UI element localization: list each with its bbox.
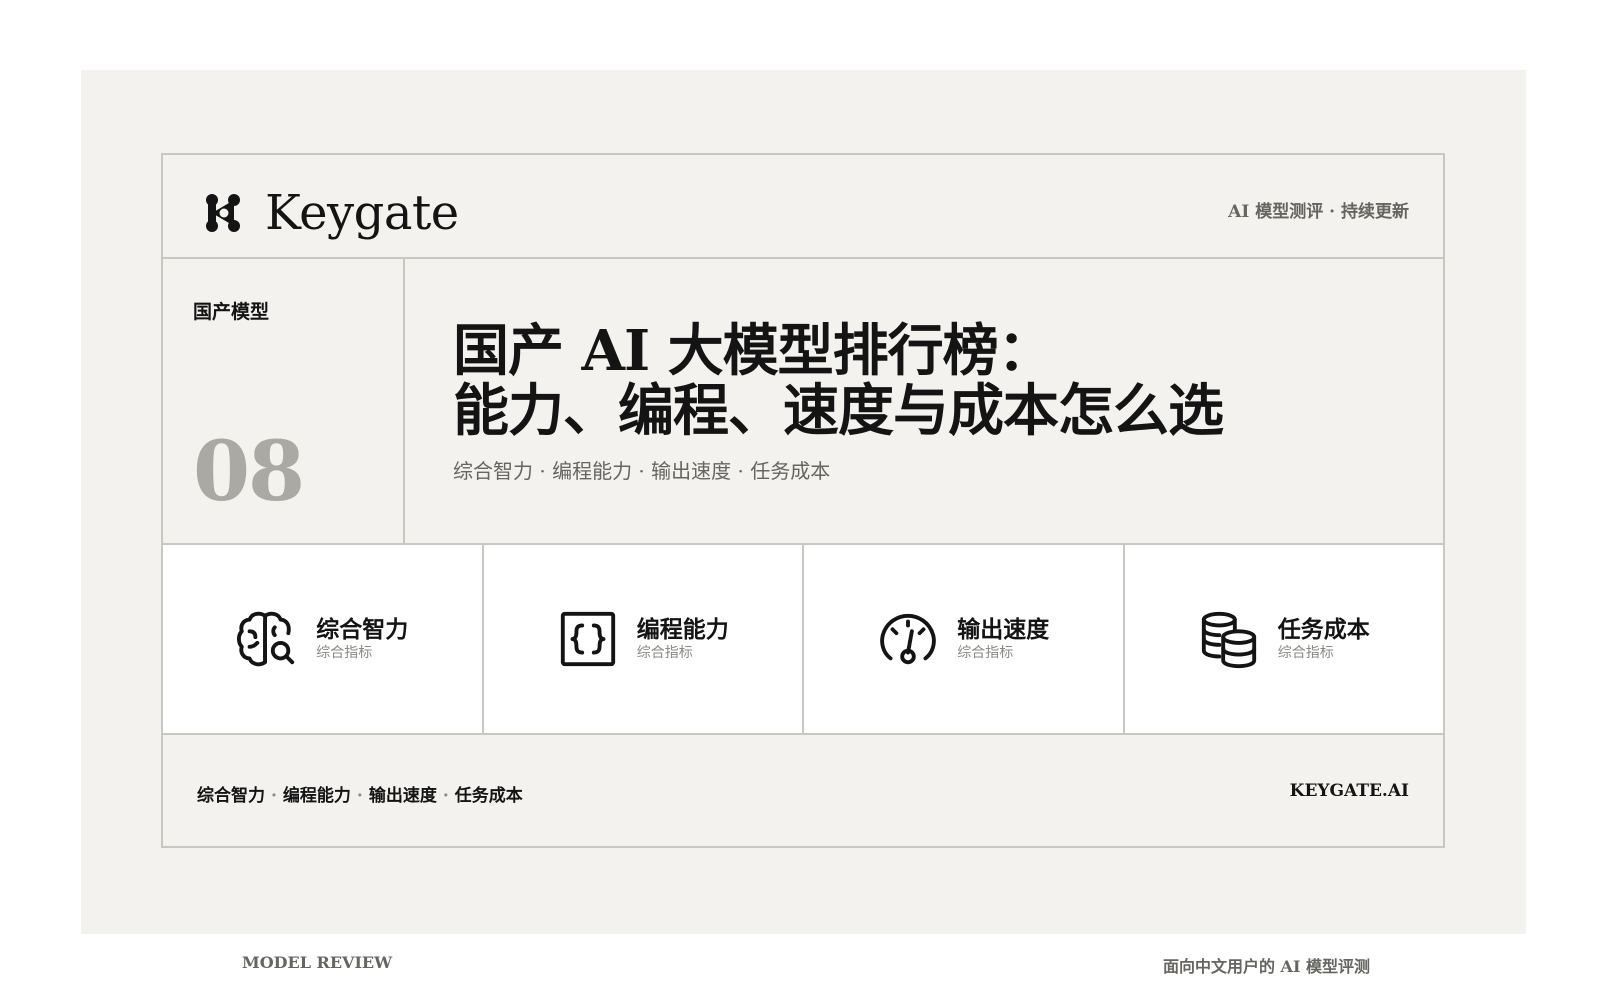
feature-title: 任务成本 [1277, 616, 1370, 643]
brand-logo[interactable]: Keygate [203, 185, 459, 241]
separator-dot: · [356, 786, 363, 806]
feature-subtitle: 综合指标 [957, 645, 1014, 661]
issue-number: 08 [193, 424, 305, 520]
header: Keygate AI 模型测评 · 持续更新 [163, 155, 1443, 259]
footer-row: 综合智力 · 编程能力 · 输出速度 · 任务成本 KEYGATE.AI [163, 735, 1443, 846]
audience-label: 面向中文用户的 AI 模型评测 [1162, 957, 1370, 976]
feature-subtitle: 综合指标 [636, 645, 693, 661]
page-subtitle: 综合智力 · 编程能力 · 输出速度 · 任务成本 [453, 459, 831, 483]
site-link[interactable]: KEYGATE.AI [1290, 781, 1409, 801]
section-label: MODEL REVIEW [242, 953, 393, 972]
feature-title: 输出速度 [957, 616, 1050, 643]
footer-keywords: 综合智力 · 编程能力 · 输出速度 · 任务成本 [197, 781, 523, 806]
title-line-1: 国产 AI 大模型排行榜： [453, 318, 1054, 384]
feature-title: 综合智力 [316, 616, 409, 643]
feature-subtitle: 综合指标 [1277, 645, 1334, 661]
feature-card-intelligence[interactable]: 综合智力 综合指标 [163, 545, 484, 733]
feature-subtitle: 综合指标 [316, 645, 373, 661]
coins-stack-icon [1201, 611, 1256, 669]
code-braces-icon [560, 611, 615, 667]
separator-dot: · [442, 786, 449, 806]
footer-keyword: 编程能力 [282, 786, 351, 806]
footer-keyword: 任务成本 [454, 786, 523, 806]
feature-grid: 综合智力 综合指标 编程能力 综合指标 输出速度 综合指标 任务成本 综合指标 [163, 545, 1443, 735]
feature-card-cost[interactable]: 任务成本 综合指标 [1125, 545, 1444, 733]
brain-search-icon [237, 611, 295, 667]
category-label: 国产模型 [193, 301, 270, 323]
footer-keyword: 输出速度 [368, 786, 437, 806]
page-title: 国产 AI 大模型排行榜： 能力、编程、速度与成本怎么选 [453, 318, 1224, 444]
cover-frame: Keygate AI 模型测评 · 持续更新 国产模型 08 国产 AI 大模型… [161, 153, 1445, 848]
feature-title: 编程能力 [636, 616, 729, 643]
footer-keyword: 综合智力 [197, 786, 265, 806]
hero-section: 国产模型 08 国产 AI 大模型排行榜： 能力、编程、速度与成本怎么选 综合智… [163, 259, 1443, 545]
feature-card-speed[interactable]: 输出速度 综合指标 [804, 545, 1125, 733]
hero-meta: 国产模型 08 [163, 259, 405, 543]
cover-panel: Keygate AI 模型测评 · 持续更新 国产模型 08 国产 AI 大模型… [81, 70, 1526, 976]
separator-dot: · [271, 786, 277, 806]
title-line-2: 能力、编程、速度与成本怎么选 [453, 378, 1224, 444]
brand-tagline: AI 模型测评 · 持续更新 [1228, 202, 1409, 222]
brand-name: Keygate [265, 185, 459, 241]
feature-card-coding[interactable]: 编程能力 综合指标 [484, 545, 804, 733]
keygate-logo-icon [206, 194, 240, 232]
speedometer-icon [880, 613, 937, 665]
